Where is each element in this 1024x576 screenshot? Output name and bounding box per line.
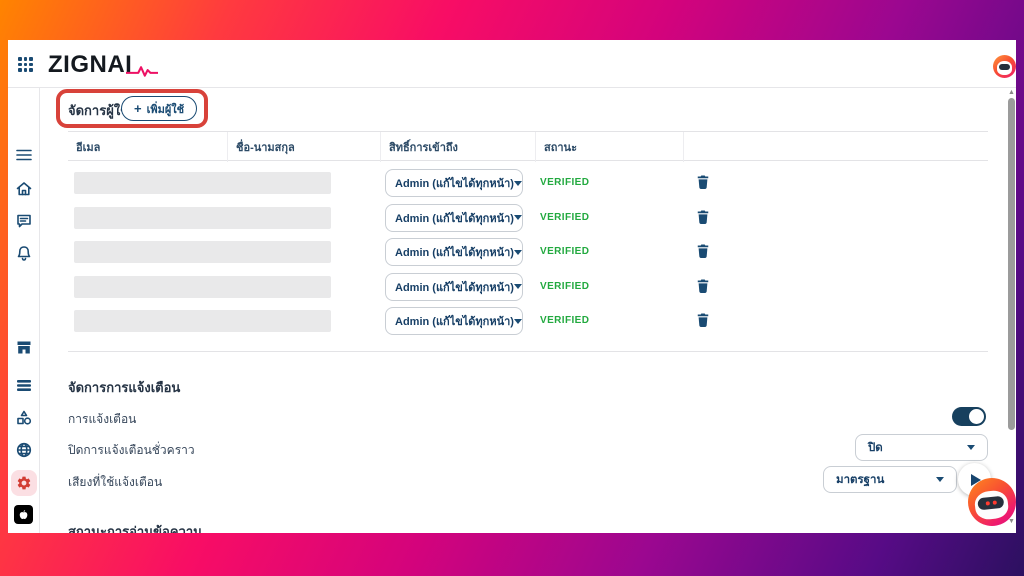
menu-hamburger-icon[interactable]: [8, 148, 40, 162]
section-divider: [68, 351, 988, 352]
redacted-email-name: [74, 241, 331, 263]
role-dropdown[interactable]: Admin (แก้ไขได้ทุกหน้า): [385, 307, 523, 335]
scrollbar-thumb[interactable]: [1008, 98, 1015, 430]
notifications-toggle-label: การแจ้งเตือน: [68, 410, 136, 429]
table-row: Admin (แก้ไขได้ทุกหน้า) VERIFIED: [68, 304, 988, 339]
sound-dropdown-value: มาตรฐาน: [836, 471, 936, 489]
role-dropdown[interactable]: Admin (แก้ไขได้ทุกหน้า): [385, 238, 523, 266]
sidebar: v3.0.1: [8, 88, 40, 533]
avatar-robot-face: [997, 61, 1013, 75]
list-icon[interactable]: [8, 379, 40, 392]
chat-icon[interactable]: [8, 213, 40, 229]
app-window: ZIGNAI: [8, 40, 1016, 533]
globe-icon[interactable]: [8, 442, 40, 458]
top-bar: ZIGNAI: [8, 40, 1016, 88]
users-table: อีเมล ชื่อ-นามสกุล สิทธิ์การเข้าถึง สถาน…: [68, 131, 988, 161]
table-rows: Admin (แก้ไขได้ทุกหน้า) VERIFIED Admin (…: [68, 166, 988, 339]
mascot-eye: [993, 500, 997, 504]
pulse-icon: [126, 64, 158, 78]
add-user-button-label: เพิ่มผู้ใช้: [147, 100, 185, 118]
header-actions: [683, 132, 988, 162]
bell-icon[interactable]: [8, 245, 40, 262]
read-status-section-title: สถานะการอ่านข้อความ: [68, 521, 202, 533]
table-row: Admin (แก้ไขได้ทุกหน้า) VERIFIED: [68, 201, 988, 236]
notifications-section-title: จัดการการแจ้งเตือน: [68, 377, 180, 398]
status-badge: VERIFIED: [540, 177, 589, 188]
header-name: ชื่อ-นามสกุล: [227, 132, 380, 162]
mute-label: ปิดการแจ้งเตือนชั่วคราว: [68, 441, 195, 460]
status-badge: VERIFIED: [540, 281, 589, 292]
toggle-knob: [969, 409, 984, 424]
table-row: Admin (แก้ไขได้ทุกหน้า) VERIFIED: [68, 166, 988, 201]
brand-logo[interactable]: ZIGNAI: [48, 50, 158, 80]
role-dropdown[interactable]: Admin (แก้ไขได้ทุกหน้า): [385, 204, 523, 232]
table-row: Admin (แก้ไขได้ทุกหน้า) VERIFIED: [68, 235, 988, 270]
chevron-down-icon: [514, 319, 522, 324]
role-dropdown-value: Admin (แก้ไขได้ทุกหน้า): [395, 312, 514, 330]
sound-dropdown[interactable]: มาตรฐาน: [823, 466, 957, 493]
role-dropdown-value: Admin (แก้ไขได้ทุกหน้า): [395, 243, 514, 261]
redacted-email-name: [74, 207, 331, 229]
status-badge: VERIFIED: [540, 246, 589, 257]
mascot-robot-face: [974, 489, 1009, 520]
brand-logo-text: ZIGNAI: [48, 51, 132, 79]
status-badge: VERIFIED: [540, 315, 589, 326]
storefront-icon[interactable]: [8, 340, 40, 355]
chevron-down-icon: [514, 250, 522, 255]
table-row: Admin (แก้ไขได้ทุกหน้า) VERIFIED: [68, 270, 988, 305]
notifications-toggle[interactable]: [952, 407, 986, 426]
mascot-eye: [986, 501, 990, 505]
trash-icon[interactable]: [696, 278, 710, 299]
trash-icon[interactable]: [696, 174, 710, 195]
page-title: จัดการผู้ใช้: [68, 100, 129, 121]
avatar-robot-visor: [999, 64, 1011, 70]
chevron-down-icon: [967, 445, 975, 450]
header-email: อีเมล: [68, 132, 227, 162]
table-header-row: อีเมล ชื่อ-นามสกุล สิทธิ์การเข้าถึง สถาน…: [68, 131, 988, 161]
plus-icon: +: [134, 102, 142, 115]
apple-appstore-icon[interactable]: [14, 505, 33, 524]
role-dropdown[interactable]: Admin (แก้ไขได้ทุกหน้า): [385, 273, 523, 301]
role-dropdown-value: Admin (แก้ไขได้ทุกหน้า): [395, 278, 514, 296]
redacted-email-name: [74, 276, 331, 298]
status-badge: VERIFIED: [540, 212, 589, 223]
home-icon[interactable]: [8, 181, 40, 197]
header-status: สถานะ: [535, 132, 683, 162]
role-dropdown[interactable]: Admin (แก้ไขได้ทุกหน้า): [385, 169, 523, 197]
header-access: สิทธิ์การเข้าถึง: [380, 132, 535, 162]
gradient-frame: ZIGNAI: [0, 0, 1024, 576]
chevron-down-icon: [514, 181, 522, 186]
scrollbar-up-arrow[interactable]: ▲: [1007, 89, 1016, 97]
apps-grid-icon[interactable]: [18, 57, 33, 72]
role-dropdown-value: Admin (แก้ไขได้ทุกหน้า): [395, 174, 514, 192]
mute-dropdown-value: ปิด: [868, 439, 967, 457]
redacted-email-name: [74, 310, 331, 332]
chevron-down-icon: [936, 477, 944, 482]
mute-dropdown[interactable]: ปิด: [855, 434, 988, 461]
settings-gear-icon-active[interactable]: [11, 470, 37, 496]
chatbot-mascot-button[interactable]: [968, 478, 1016, 526]
add-user-button[interactable]: + เพิ่มผู้ใช้: [121, 96, 197, 121]
trash-icon[interactable]: [696, 243, 710, 264]
chevron-down-icon: [514, 284, 522, 289]
redacted-email-name: [74, 172, 331, 194]
trash-icon[interactable]: [696, 312, 710, 333]
shapes-icon[interactable]: [8, 410, 40, 426]
trash-icon[interactable]: [696, 209, 710, 230]
chevron-down-icon: [514, 215, 522, 220]
user-avatar[interactable]: [993, 55, 1016, 78]
role-dropdown-value: Admin (แก้ไขได้ทุกหน้า): [395, 209, 514, 227]
sound-label: เสียงที่ใช้แจ้งเตือน: [68, 473, 162, 492]
mascot-robot-visor: [978, 495, 1005, 510]
